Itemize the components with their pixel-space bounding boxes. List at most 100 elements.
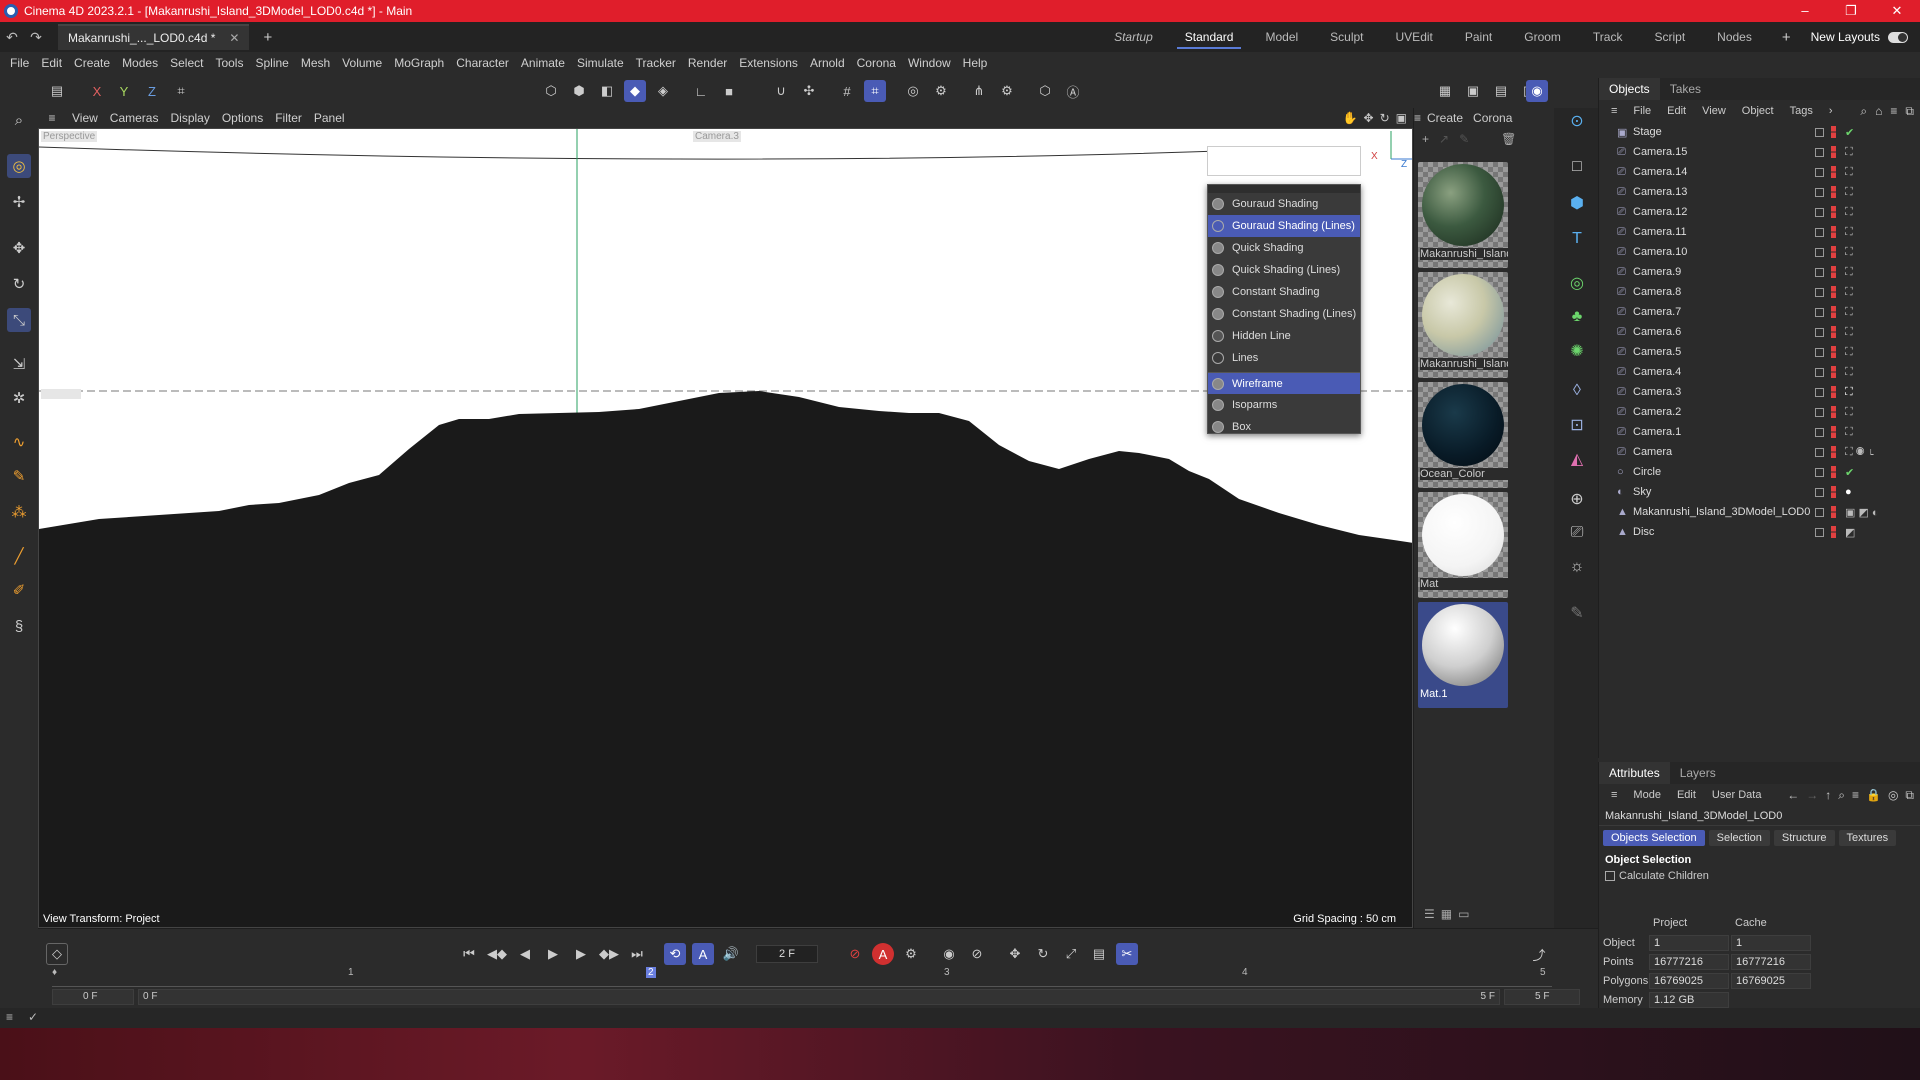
material-tags-icon[interactable]: ▣ ◩ ◐ [1845,506,1879,519]
playback-mode-icon[interactable]: A [692,943,714,965]
material-menu-create[interactable]: Create [1421,111,1469,125]
render-dots[interactable] [1831,186,1836,198]
layout-model[interactable]: Model [1249,22,1314,52]
render-dots[interactable] [1831,506,1836,518]
object-row-camera[interactable]: ⎚ Camera.5 ⛶ [1599,342,1920,362]
visibility-toggle[interactable] [1815,187,1824,197]
render-dots[interactable] [1831,446,1836,458]
go-to-start-icon[interactable]: ⏮ [458,943,480,965]
maximize-icon[interactable]: ❐ [1828,3,1874,19]
delete-material-icon[interactable]: 🗑 [1501,132,1516,146]
add-layout-icon[interactable]: + [1782,29,1791,46]
object-row-camera[interactable]: ⎚ Camera.11 ⛶ [1599,222,1920,242]
protection-tag-icon[interactable]: ⛶ [1845,146,1853,159]
menu-simulate[interactable]: Simulate [571,56,630,70]
protection-tag-icon[interactable]: ⛶ [1845,306,1853,319]
document-tab[interactable]: Makanrushi_..._LOD0.c4d * ✕ [58,24,250,50]
camera-icon[interactable]: ⎚ [1564,520,1590,546]
menu-modes[interactable]: Modes [116,56,164,70]
render-view-icon[interactable]: ▦ [1434,80,1456,102]
record-icon[interactable]: ⊘ [844,943,866,965]
visibility-toggle[interactable] [1815,467,1824,477]
checkbox-box[interactable] [1605,871,1615,881]
visibility-toggle[interactable] [1815,147,1824,157]
edges-mode-icon[interactable]: ◧ [596,80,618,102]
object-row-camera[interactable]: ⎚ Camera.15 ⛶ [1599,142,1920,162]
layout-startup[interactable]: Startup [1098,22,1169,52]
gear-icon[interactable]: ⚙ [996,80,1018,102]
new-layouts-toggle[interactable] [1888,31,1908,43]
visibility-toggle[interactable] [1815,347,1824,357]
menu-tracker[interactable]: Tracker [630,56,682,70]
filter-icon[interactable]: ≡ [1852,788,1859,803]
material-item[interactable]: Makanrushi_Island [1418,162,1508,268]
material-hamburger-icon[interactable]: ≡ [1414,111,1421,125]
menu-window[interactable]: Window [902,56,957,70]
render-dots[interactable] [1831,166,1836,178]
visibility-toggle[interactable] [1815,527,1824,537]
grid-snap-icon[interactable]: # [836,80,858,102]
toggle-view-icon[interactable]: ▣ [1396,111,1407,125]
grid-view-icon[interactable]: ▦ [1441,907,1452,921]
auto-keying-icon[interactable]: Ⓐ [1062,80,1084,102]
cube-icon[interactable]: ⬢ [1564,190,1590,216]
preview-range-slider[interactable]: 0 F 5 F [138,989,1500,1005]
layout-uvedit[interactable]: UVEdit [1380,22,1449,52]
protection-tag-icon[interactable]: ⛶ ◉ ⌊ [1845,446,1874,459]
objects-menu-view[interactable]: View [1694,105,1734,117]
menu-animate[interactable]: Animate [515,56,571,70]
viewport-solo-icon[interactable]: ⬡ [1034,80,1056,102]
menu-extensions[interactable]: Extensions [733,56,804,70]
layout-track[interactable]: Track [1577,22,1639,52]
attributes-hamburger-icon[interactable]: ≡ [1603,789,1625,801]
object-row-circle[interactable]: ○ Circle ✔ [1599,462,1920,482]
material-item[interactable]: Makanrushi_Island [1418,272,1508,378]
spline-pen-icon[interactable]: ∿ [7,430,31,454]
objects-menu-tags[interactable]: Tags [1782,105,1821,117]
texture-mode-icon[interactable]: ■ [718,80,740,102]
visibility-toggle[interactable] [1815,227,1824,237]
object-row-disc[interactable]: ▲ Disc ◩ [1599,522,1920,542]
start-frame-field[interactable]: 0 F [52,989,134,1005]
visibility-toggle[interactable] [1815,367,1824,377]
move-view-icon[interactable]: ✥ [1364,111,1374,125]
shading-option-gouraud-lines[interactable]: Gouraud Shading (Lines) [1208,215,1360,237]
menu-volume[interactable]: Volume [336,56,388,70]
objects-hamburger-icon[interactable]: ≡ [1603,105,1625,117]
menu-tools[interactable]: Tools [209,56,249,70]
attributes-menu-user-data[interactable]: User Data [1704,789,1770,801]
subtab-selection[interactable]: Selection [1708,830,1770,846]
coordinate-system-icon[interactable]: ⌗ [170,80,192,102]
render-dots[interactable] [1831,266,1836,278]
key-position-icon[interactable]: ✥ [1004,943,1026,965]
spline-nodes-icon[interactable]: ⁂ [7,500,31,524]
protection-tag-icon[interactable]: ⛶ [1845,286,1853,299]
object-row-island-model[interactable]: ▲ Makanrushi_Island_3DModel_LOD0 ▣ ◩ ◐ [1599,502,1920,522]
object-row-camera[interactable]: ⎚ Camera.10 ⛶ [1599,242,1920,262]
visibility-toggle[interactable] [1815,427,1824,437]
up-arrow-icon[interactable]: ↑ [1825,788,1831,803]
render-dots[interactable] [1831,306,1836,318]
viewport-menu-options[interactable]: Options [216,111,269,125]
workplane-icon[interactable]: ⌗ [864,80,886,102]
pan-view-icon[interactable]: ✋ [1343,111,1358,125]
object-row-camera[interactable]: ⎚ Camera.1 ⛶ [1599,422,1920,442]
render-dots[interactable] [1831,126,1836,138]
layout-groom[interactable]: Groom [1508,22,1577,52]
protection-tag-icon[interactable]: ⛶ [1845,246,1853,259]
layout-script[interactable]: Script [1638,22,1701,52]
render-dots[interactable] [1831,386,1836,398]
render-settings-icon[interactable]: ⚙ [930,80,952,102]
key-param-icon[interactable]: ✂ [1116,943,1138,965]
viewport-menu-view[interactable]: View [66,111,104,125]
previous-frame-icon[interactable]: ◀ [514,943,536,965]
subtab-objects-selection[interactable]: Objects Selection [1603,830,1705,846]
objects-menu-file[interactable]: File [1625,105,1659,117]
layout-nodes[interactable]: Nodes [1701,22,1768,52]
protection-tag-icon[interactable]: ⛶ [1845,346,1853,359]
object-row-camera[interactable]: ⎚ Camera ⛶ ◉ ⌊ [1599,442,1920,462]
menu-arnold[interactable]: Arnold [804,56,851,70]
previous-key-icon[interactable]: ◀◆ [486,943,508,965]
visibility-toggle[interactable] [1815,387,1824,397]
shading-option-wireframe[interactable]: Wireframe [1208,372,1360,394]
